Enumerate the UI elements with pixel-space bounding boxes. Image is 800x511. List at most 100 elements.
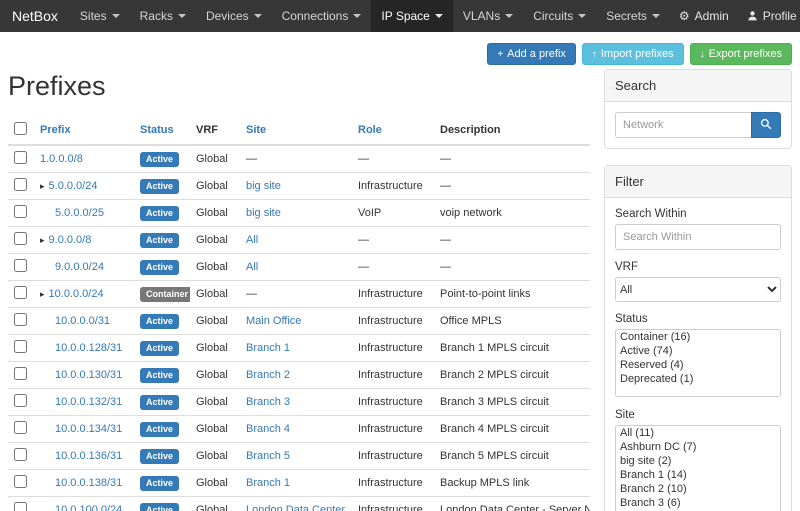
- site-select[interactable]: All (11)Ashburn DC (7)big site (2)Branch…: [615, 425, 781, 511]
- row-checkbox[interactable]: [14, 286, 27, 299]
- nav-item-connections[interactable]: Connections: [272, 0, 372, 32]
- column-header-site[interactable]: Site: [246, 124, 266, 136]
- nav-item-devices[interactable]: Devices: [196, 0, 272, 32]
- filter-option[interactable]: All (11): [616, 426, 780, 440]
- row-checkbox[interactable]: [14, 421, 27, 434]
- prefix-link[interactable]: 10.0.0.136/31: [55, 450, 122, 462]
- row-checkbox[interactable]: [14, 394, 27, 407]
- row-checkbox[interactable]: [14, 313, 27, 326]
- row-checkbox[interactable]: [14, 502, 27, 511]
- profile-link[interactable]: Profile: [738, 0, 800, 32]
- description-cell: Backup MPLS link: [434, 470, 590, 497]
- prefix-table-body: 1.0.0.0/8ActiveGlobal———▸5.0.0.0/24Activ…: [8, 145, 590, 511]
- brand-logo[interactable]: NetBox: [6, 0, 70, 32]
- prefix-link[interactable]: 10.0.0.132/31: [55, 396, 122, 408]
- prefix-link[interactable]: 10.0.0.0/24: [49, 288, 104, 300]
- filter-option[interactable]: Ashburn DC (7): [616, 440, 780, 454]
- prefix-link[interactable]: 10.0.0.128/31: [55, 342, 122, 354]
- site-link[interactable]: big site: [246, 207, 281, 219]
- status-badge: Active: [140, 260, 179, 275]
- site-link[interactable]: Branch 4: [246, 423, 290, 435]
- row-checkbox[interactable]: [14, 340, 27, 353]
- prefix-link[interactable]: 5.0.0.0/25: [55, 207, 104, 219]
- filter-option[interactable]: Deprecated (1): [616, 372, 780, 386]
- site-link[interactable]: Branch 1: [246, 342, 290, 354]
- site-link[interactable]: Branch 2: [246, 369, 290, 381]
- row-checkbox[interactable]: [14, 259, 27, 272]
- admin-link[interactable]: ⚙ Admin: [670, 0, 738, 32]
- filter-option[interactable]: Branch 3 (6): [616, 496, 780, 510]
- row-checkbox[interactable]: [14, 178, 27, 191]
- filter-option[interactable]: Branch 1 (14): [616, 468, 780, 482]
- prefix-link[interactable]: 1.0.0.0/8: [40, 153, 83, 165]
- prefix-link[interactable]: 10.0.0.0/31: [55, 315, 110, 327]
- gear-icon: ⚙: [679, 10, 690, 22]
- row-checkbox[interactable]: [14, 232, 27, 245]
- site-link[interactable]: London Data Center: [246, 504, 345, 511]
- prefix-link[interactable]: 10.0.0.130/31: [55, 369, 122, 381]
- add-prefix-button[interactable]: +Add a prefix: [487, 43, 576, 65]
- site-link[interactable]: All: [246, 234, 258, 246]
- prefix-link[interactable]: 10.0.0.138/31: [55, 477, 122, 489]
- column-header-prefix[interactable]: Prefix: [40, 124, 71, 136]
- select-all-checkbox[interactable]: [14, 122, 27, 135]
- nav-item-sites[interactable]: Sites: [70, 0, 130, 32]
- row-checkbox[interactable]: [14, 448, 27, 461]
- prefix-link[interactable]: 9.0.0.0/24: [55, 261, 104, 273]
- filter-option[interactable]: Reserved (4): [616, 358, 780, 372]
- site-link[interactable]: Branch 1: [246, 477, 290, 489]
- nav-item-ip-space[interactable]: IP Space: [371, 0, 452, 32]
- status-badge: Active: [140, 368, 179, 383]
- role-cell: Infrastructure: [352, 443, 434, 470]
- site-link[interactable]: Main Office: [246, 315, 301, 327]
- nav-item-vlans[interactable]: VLANs: [453, 0, 523, 32]
- row-checkbox[interactable]: [14, 205, 27, 218]
- vrf-cell: Global: [190, 227, 240, 254]
- vrf-cell: Global: [190, 254, 240, 281]
- role-cell: Infrastructure: [352, 173, 434, 200]
- filter-option[interactable]: big site (2): [616, 454, 780, 468]
- navbar: NetBox SitesRacksDevicesConnectionsIP Sp…: [0, 0, 800, 32]
- role-cell: Infrastructure: [352, 497, 434, 511]
- row-checkbox[interactable]: [14, 151, 27, 164]
- nav-item-circuits[interactable]: Circuits: [523, 0, 596, 32]
- export-prefixes-button[interactable]: ↓Export prefixes: [690, 43, 792, 65]
- site-link[interactable]: big site: [246, 180, 281, 192]
- filter-option[interactable]: Branch 2 (10): [616, 482, 780, 496]
- site-link[interactable]: Branch 5: [246, 450, 290, 462]
- role-cell: VoIP: [352, 200, 434, 227]
- nav-item-secrets[interactable]: Secrets: [596, 0, 670, 32]
- status-select[interactable]: Container (16)Active (74)Reserved (4)Dep…: [615, 329, 781, 397]
- vrf-select[interactable]: All: [615, 277, 781, 302]
- row-checkbox[interactable]: [14, 475, 27, 488]
- filter-option[interactable]: Active (74): [616, 344, 780, 358]
- status-badge: Active: [140, 233, 179, 248]
- expand-children-icon[interactable]: ▸: [40, 289, 45, 299]
- column-header-role[interactable]: Role: [358, 124, 382, 136]
- vrf-cell: Global: [190, 308, 240, 335]
- prefix-link[interactable]: 10.0.100.0/24: [55, 504, 122, 511]
- site-link[interactable]: Branch 3: [246, 396, 290, 408]
- nav-item-racks[interactable]: Racks: [130, 0, 196, 32]
- role-cell: —: [352, 254, 434, 281]
- search-within-label: Search Within: [615, 208, 781, 220]
- search-button[interactable]: [751, 112, 781, 138]
- column-header-status[interactable]: Status: [140, 124, 174, 136]
- table-row: 10.0.0.0/31ActiveGlobalMain OfficeInfras…: [8, 308, 590, 335]
- search-within-input[interactable]: [615, 224, 781, 250]
- expand-children-icon[interactable]: ▸: [40, 235, 45, 245]
- description-cell: —: [434, 145, 590, 173]
- site-link[interactable]: All: [246, 261, 258, 273]
- prefix-link[interactable]: 5.0.0.0/24: [49, 180, 98, 192]
- filter-option[interactable]: Container (16): [616, 330, 780, 344]
- prefix-link[interactable]: 9.0.0.0/8: [49, 234, 92, 246]
- search-input[interactable]: [615, 112, 751, 138]
- vrf-cell: Global: [190, 389, 240, 416]
- vrf-cell: Global: [190, 173, 240, 200]
- prefix-link[interactable]: 10.0.0.134/31: [55, 423, 122, 435]
- expand-children-icon[interactable]: ▸: [40, 181, 45, 191]
- table-row: 9.0.0.0/24ActiveGlobalAll——: [8, 254, 590, 281]
- import-prefixes-button[interactable]: ↑Import prefixes: [582, 43, 684, 65]
- status-badge: Active: [140, 449, 179, 464]
- row-checkbox[interactable]: [14, 367, 27, 380]
